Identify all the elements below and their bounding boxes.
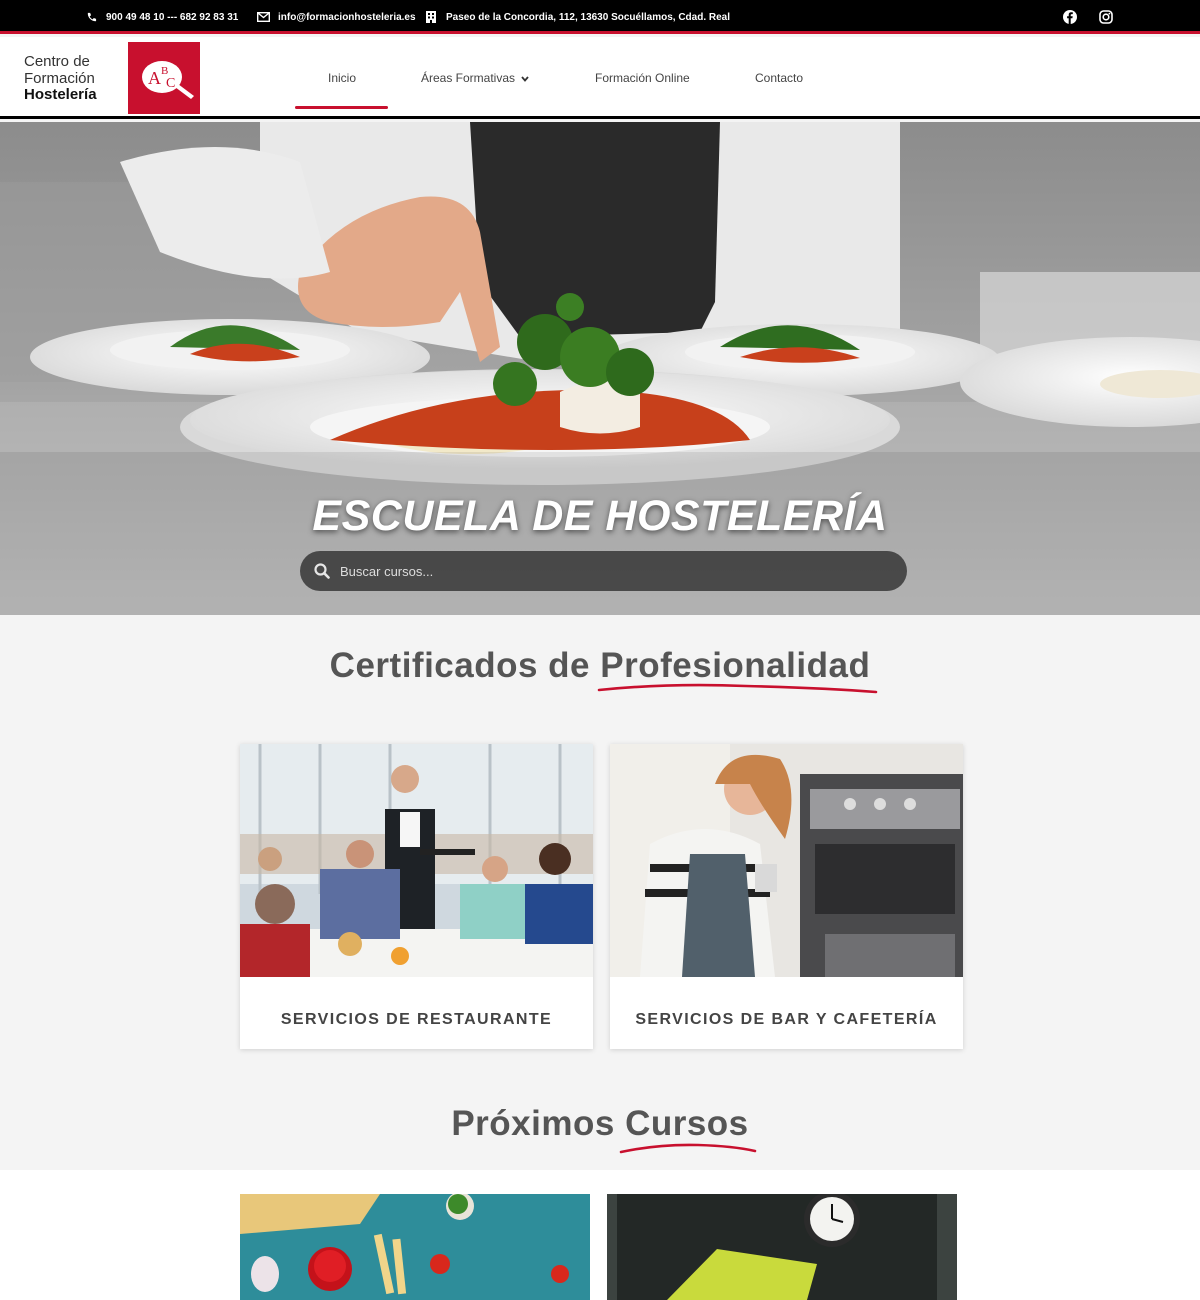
pasta-ingredients-photo <box>240 1194 590 1300</box>
proximos-heading: Próximos Cursos <box>0 1104 1200 1144</box>
address-info: Paseo de la Concordia, 112, 13630 Socuél… <box>424 11 730 23</box>
search-input[interactable] <box>340 563 860 579</box>
chevron-down-icon <box>521 71 529 85</box>
certificados-heading-part-1: Certificados de <box>329 646 591 685</box>
nav-item-formacion-online[interactable]: Formación Online <box>595 71 690 85</box>
phone-text: 900 49 48 10 --- 682 92 83 31 <box>106 11 239 23</box>
clock-notebook-photo <box>607 1194 957 1300</box>
course-search-bar[interactable] <box>300 551 907 591</box>
site-header: Centro de Formación Hostelería A B C Ini… <box>0 37 1200 119</box>
course-card-bar-cafeteria[interactable]: SERVICIOS DE BAR Y CAFETERÍA <box>610 744 963 1049</box>
hero-title: ESCUELA DE HOSTELERÍA <box>312 492 888 540</box>
logo-line-1: Centro de <box>24 53 90 70</box>
nav-active-underline <box>295 106 388 109</box>
upcoming-courses-band <box>0 1170 1200 1300</box>
nav-item-areas-formativas[interactable]: Áreas Formativas <box>421 71 529 85</box>
heading-underline-squiggle <box>597 683 878 694</box>
top-bar: 900 49 48 10 --- 682 92 83 31 info@forma… <box>0 0 1200 34</box>
logo-line-3: Hostelería <box>24 86 97 103</box>
nav-item-inicio[interactable]: Inicio <box>328 71 356 85</box>
heading-underline-squiggle <box>619 1143 757 1154</box>
card-label-bar-cafeteria: SERVICIOS DE BAR Y CAFETERÍA <box>635 1011 938 1028</box>
upcoming-course-card-1[interactable] <box>240 1194 590 1300</box>
nav-item-label: Áreas Formativas <box>421 71 516 85</box>
logo-letter-c: C <box>166 76 175 91</box>
envelope-icon <box>256 11 270 23</box>
address-text: Paseo de la Concordia, 112, 13630 Socuél… <box>446 11 731 23</box>
hero-banner <box>0 122 1200 615</box>
card-label-restaurante: SERVICIOS DE RESTAURANTE <box>280 1011 553 1028</box>
email-info[interactable]: info@formacionhosteleria.es <box>256 11 416 23</box>
phone-info[interactable]: 900 49 48 10 --- 682 92 83 31 <box>84 11 238 23</box>
facebook-icon[interactable] <box>1062 9 1078 25</box>
course-card-restaurante[interactable]: SERVICIOS DE RESTAURANTE <box>240 744 593 1049</box>
phone-icon <box>84 11 98 23</box>
nav-item-contacto[interactable]: Contacto <box>755 71 803 85</box>
barista-photo <box>610 744 963 977</box>
logo-text[interactable]: Centro de Formación Hostelería <box>24 53 97 104</box>
instagram-icon[interactable] <box>1098 9 1114 25</box>
logo-letter-a: A <box>148 68 161 88</box>
proximos-heading-part-1: Próximos <box>451 1104 615 1143</box>
logo-mark[interactable]: A B C <box>128 42 200 114</box>
building-icon <box>424 11 438 23</box>
restaurant-photo <box>240 744 593 977</box>
proximos-heading-part-2: Cursos <box>625 1104 749 1143</box>
upcoming-course-card-2[interactable] <box>607 1194 957 1300</box>
search-icon[interactable] <box>314 563 330 579</box>
email-text: info@formacionhosteleria.es <box>278 11 416 23</box>
hero-background-image <box>0 122 1200 615</box>
logo-line-2: Formación <box>24 69 95 87</box>
